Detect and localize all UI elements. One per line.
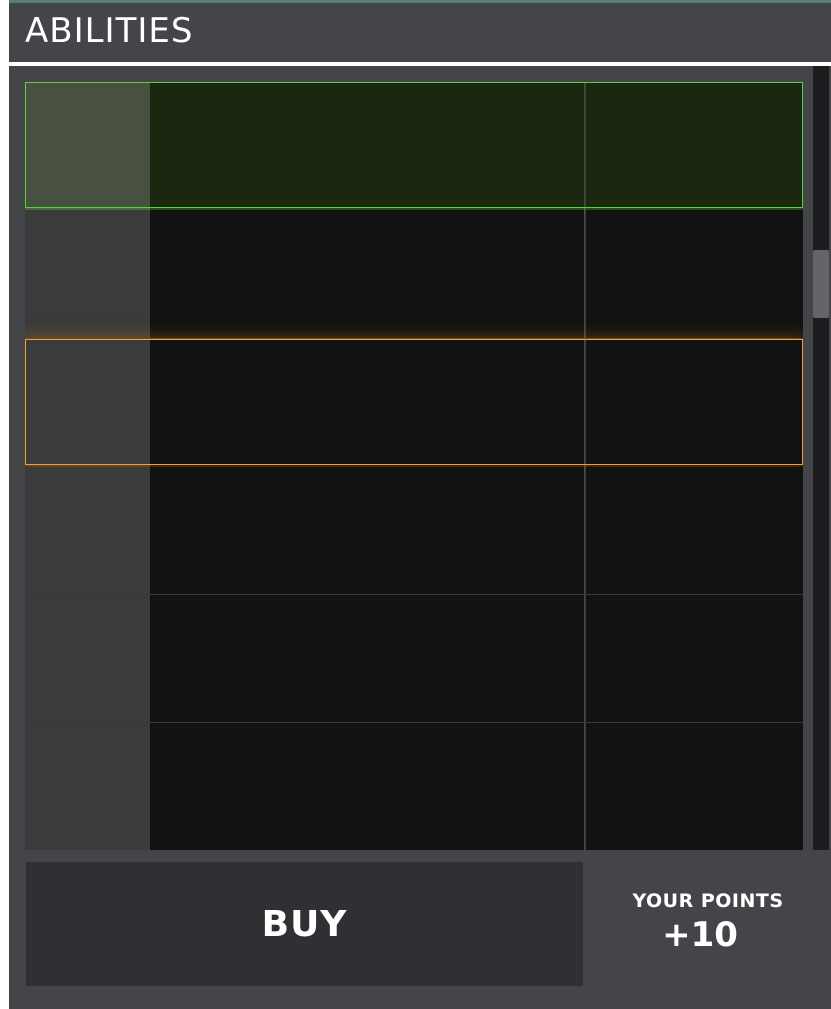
ability-icon-slot [25,210,150,338]
ability-name-cell [150,210,584,338]
ability-row[interactable] [25,339,803,467]
points-value: +10 [662,915,738,955]
ability-cost-cell [585,467,803,595]
panel-header: ABILITIES [9,3,831,62]
ability-row[interactable] [25,467,803,595]
scrollbar-thumb[interactable] [813,250,829,318]
ability-row[interactable] [25,595,803,723]
panel-title: ABILITIES [25,11,194,51]
ability-cost-cell [585,339,803,467]
ability-icon-slot [25,723,150,850]
ability-name-cell [150,82,584,210]
list-scrollbar[interactable] [813,66,829,850]
ability-row[interactable] [25,723,803,850]
ability-cost-cell [585,210,803,338]
ability-icon-slot [25,595,150,723]
points-label: YOUR POINTS [632,890,784,912]
ability-icon-slot [25,339,150,467]
ability-row[interactable] [25,210,803,338]
ability-icon-slot [25,82,150,210]
ability-cost-cell [585,595,803,723]
ability-list [25,82,803,850]
ability-cost-cell [585,723,803,850]
ability-name-cell [150,723,584,850]
ability-name-cell [150,595,584,723]
buy-button[interactable]: BUY [26,862,583,986]
ability-cost-cell [585,82,803,210]
ability-name-cell [150,467,584,595]
ability-name-cell [150,339,584,467]
ability-icon-slot [25,467,150,595]
ability-row[interactable] [25,82,803,210]
header-divider [9,62,831,64]
